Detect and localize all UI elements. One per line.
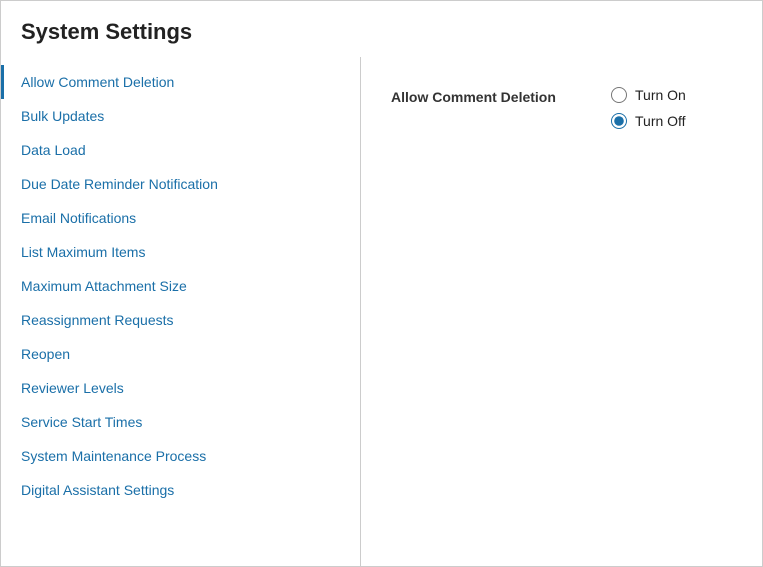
sidebar-item-reassignment-requests[interactable]: Reassignment Requests bbox=[1, 303, 360, 337]
setting-row: Allow Comment Deletion Turn On Turn Off bbox=[391, 87, 732, 129]
radio-turn-on[interactable]: Turn On bbox=[611, 87, 686, 103]
sidebar-item-due-date-reminder-notification[interactable]: Due Date Reminder Notification bbox=[1, 167, 360, 201]
sidebar-item-bulk-updates[interactable]: Bulk Updates bbox=[1, 99, 360, 133]
sidebar-item-reviewer-levels[interactable]: Reviewer Levels bbox=[1, 371, 360, 405]
radio-turn-off[interactable]: Turn Off bbox=[611, 113, 686, 129]
page-title: System Settings bbox=[1, 1, 762, 57]
sidebar-item-email-notifications[interactable]: Email Notifications bbox=[1, 201, 360, 235]
radio-group: Turn On Turn Off bbox=[611, 87, 686, 129]
turn-off-label: Turn Off bbox=[635, 113, 686, 129]
main-panel: Allow Comment Deletion Turn On Turn Off bbox=[361, 57, 762, 566]
sidebar-item-digital-assistant-settings[interactable]: Digital Assistant Settings bbox=[1, 473, 360, 507]
sidebar-item-maximum-attachment-size[interactable]: Maximum Attachment Size bbox=[1, 269, 360, 303]
sidebar-item-system-maintenance-process[interactable]: System Maintenance Process bbox=[1, 439, 360, 473]
radio-input-off[interactable] bbox=[611, 113, 627, 129]
sidebar-item-reopen[interactable]: Reopen bbox=[1, 337, 360, 371]
content-area: Allow Comment DeletionBulk UpdatesData L… bbox=[1, 57, 762, 566]
sidebar-item-service-start-times[interactable]: Service Start Times bbox=[1, 405, 360, 439]
turn-on-label: Turn On bbox=[635, 87, 686, 103]
sidebar-item-allow-comment-deletion[interactable]: Allow Comment Deletion bbox=[1, 65, 360, 99]
sidebar: Allow Comment DeletionBulk UpdatesData L… bbox=[1, 57, 361, 566]
radio-input-on[interactable] bbox=[611, 87, 627, 103]
main-container: System Settings Allow Comment DeletionBu… bbox=[0, 0, 763, 567]
sidebar-item-list-maximum-items[interactable]: List Maximum Items bbox=[1, 235, 360, 269]
sidebar-item-data-load[interactable]: Data Load bbox=[1, 133, 360, 167]
setting-label: Allow Comment Deletion bbox=[391, 87, 591, 105]
